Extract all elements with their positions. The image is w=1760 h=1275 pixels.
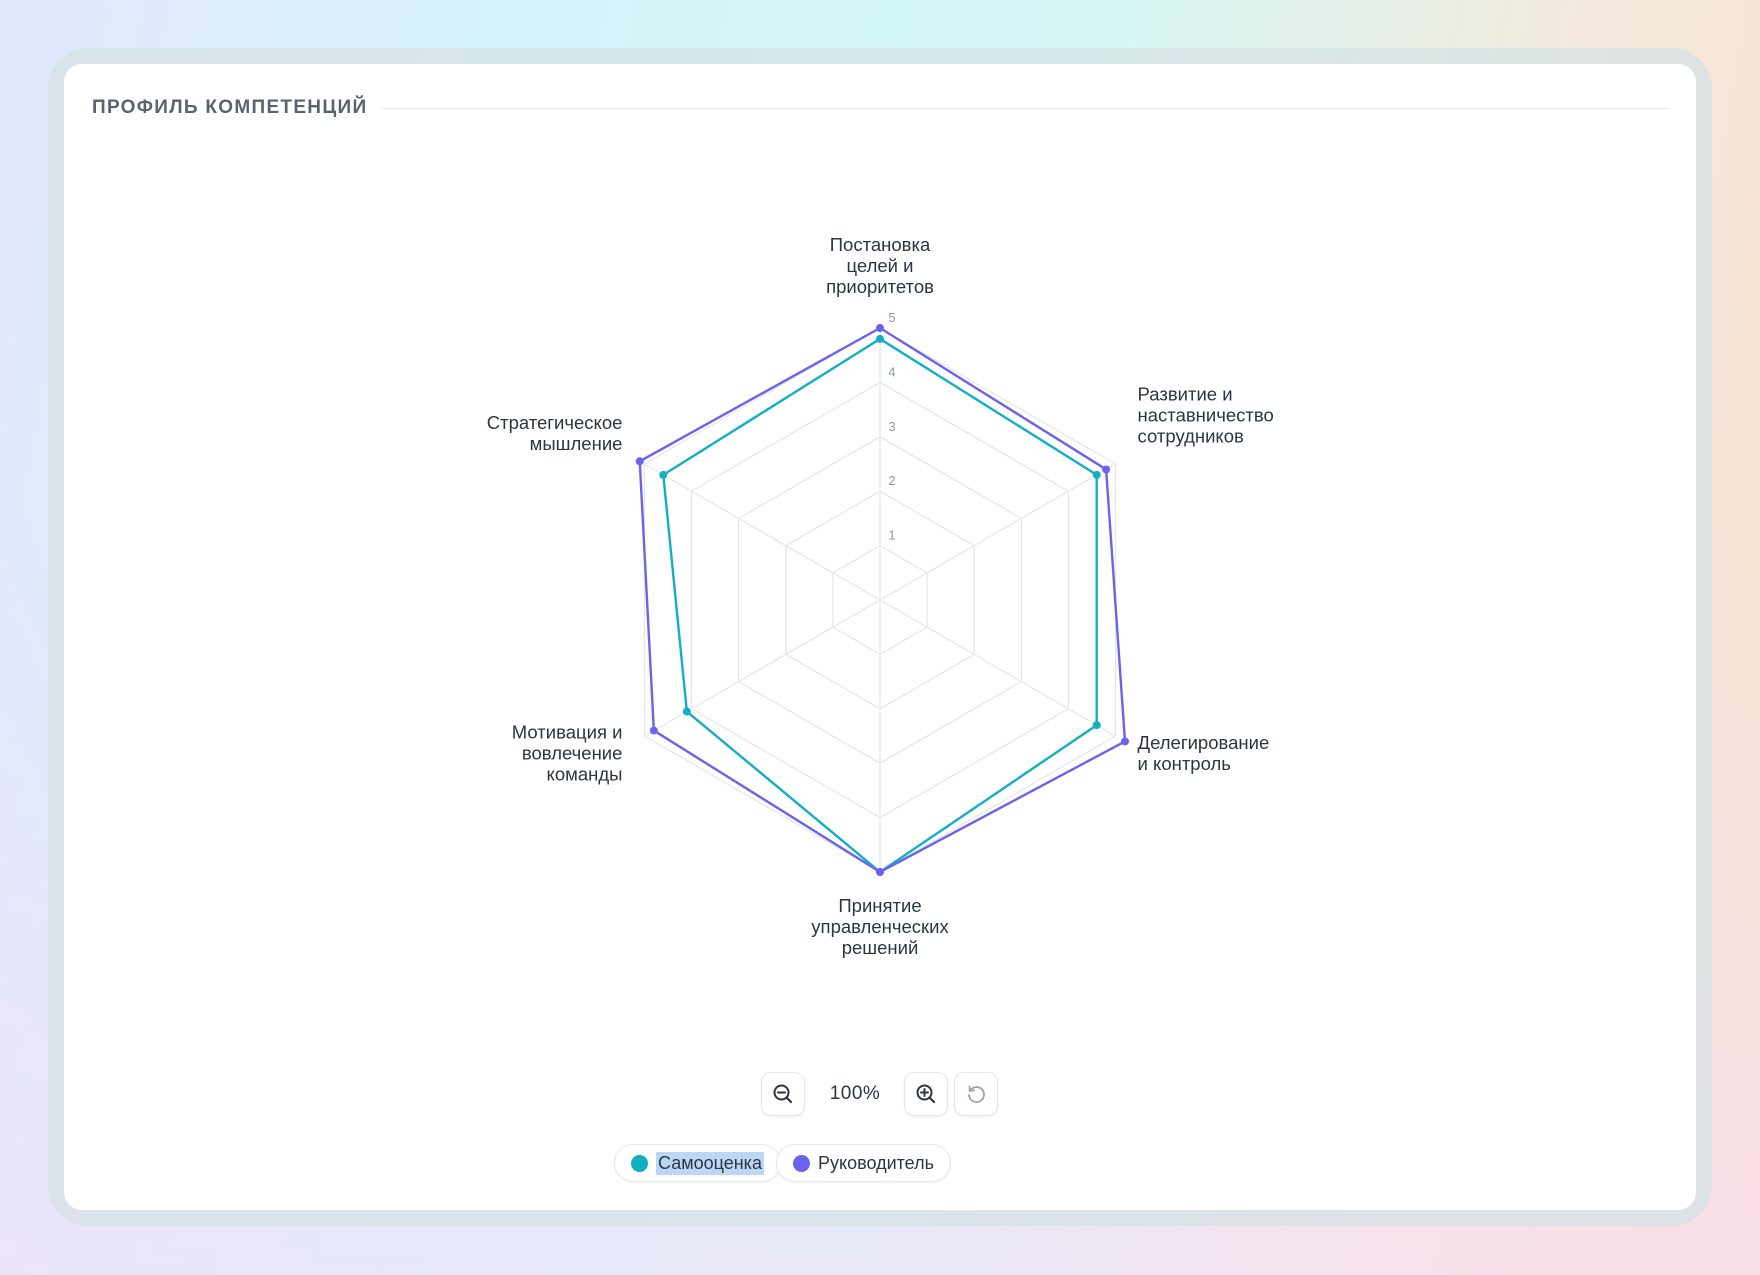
zoom-level: 100% — [829, 1083, 881, 1104]
data-point — [1120, 737, 1129, 746]
zoom-in-icon — [916, 1084, 936, 1104]
grid-spoke — [644, 463, 881, 601]
data-point — [876, 324, 884, 332]
legend-swatch-manager — [793, 1154, 810, 1172]
axis-label: Развитие и наставничество сотрудников — [1138, 384, 1274, 447]
legend-swatch-self — [631, 1154, 648, 1172]
reset-zoom-button[interactable] — [954, 1072, 998, 1116]
data-point — [635, 457, 644, 466]
competency-card: ПРОФИЛЬ КОМПЕТЕНЦИЙ 1 2 3 4 5 Постановка целей… — [64, 64, 1696, 1210]
zoom-in-button[interactable] — [904, 1072, 948, 1116]
series-line — [638, 326, 1127, 874]
legend-item-self[interactable]: Самооценка — [614, 1144, 781, 1182]
zoom-controls: 100% — [64, 1072, 1696, 1120]
legend-label-self: Самооценка — [656, 1151, 764, 1175]
legend-label-manager: Руководитель — [818, 1152, 934, 1173]
grid-spoke — [644, 599, 881, 737]
tick-label: 1 — [888, 528, 895, 543]
tick-label: 3 — [888, 419, 895, 434]
radar-chart: 1 2 3 4 5 Постановка целей и приоритетов Развити… — [487, 234, 1274, 958]
grid-spoke — [879, 599, 1116, 737]
data-point — [682, 707, 691, 716]
reset-icon — [968, 1085, 985, 1103]
tick-label: 5 — [888, 310, 895, 325]
axis-label: Мотивация и вовлечение команды — [512, 722, 623, 785]
data-point — [649, 726, 658, 735]
data-point — [1102, 465, 1111, 474]
axis-label: Делегирование и контроль — [1138, 732, 1270, 774]
axis-label: Постановка целей и приоритетов — [826, 234, 934, 297]
zoom-out-icon — [773, 1084, 793, 1104]
chart-legend: Самооценка Руководитель — [64, 1144, 1696, 1184]
zoom-out-button[interactable] — [761, 1072, 805, 1116]
legend-item-manager[interactable]: Руководитель — [776, 1144, 951, 1182]
data-point — [1092, 721, 1101, 730]
axis-label: Стратегическое мышление — [487, 412, 623, 454]
axis-label: Принятие управленческих решений — [811, 895, 949, 958]
tick-label: 2 — [888, 473, 895, 488]
data-point — [659, 470, 668, 479]
data-point — [876, 334, 884, 343]
data-point — [876, 868, 884, 876]
data-point — [1092, 470, 1101, 479]
grid-spoke — [879, 463, 1116, 601]
tick-label: 4 — [888, 364, 895, 379]
